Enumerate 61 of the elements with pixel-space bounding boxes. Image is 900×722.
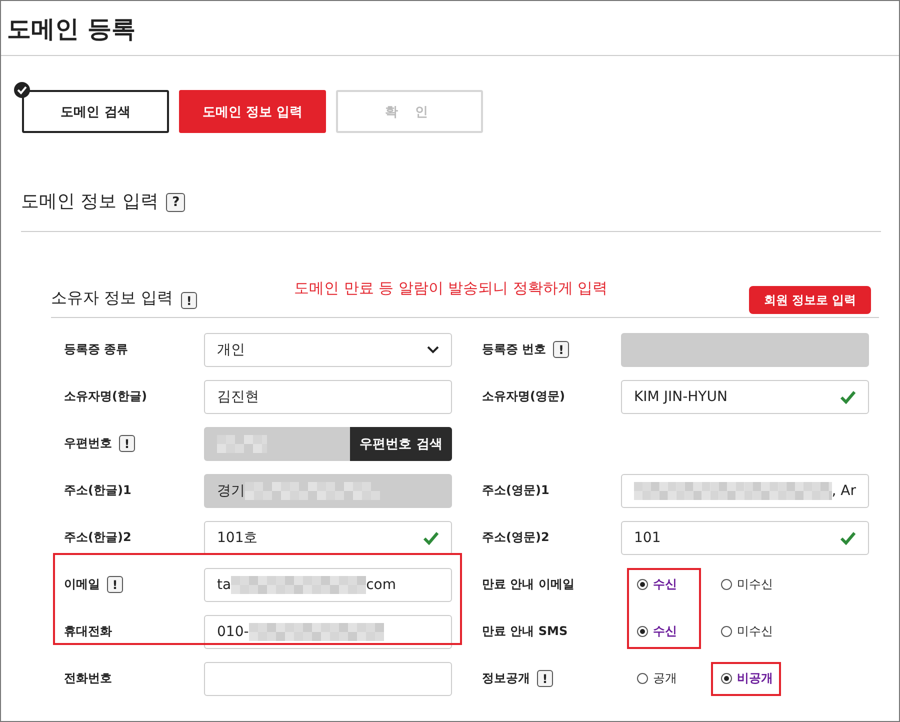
- hint-mark[interactable]: !: [181, 292, 198, 309]
- step-button[interactable]: 도메인 검색: [22, 90, 169, 133]
- radio-option[interactable]: 미수신: [711, 576, 785, 593]
- field-label: 소유자명(한글): [64, 388, 147, 405]
- subsection-title: 소유자 정보 입력: [51, 288, 174, 309]
- field-label: 등록증 종류: [64, 341, 128, 358]
- field-label: 주소(한글)1: [64, 482, 132, 499]
- field-value: 101: [634, 530, 661, 546]
- check-icon: [840, 530, 856, 544]
- field-label: 만료 안내 이메일: [482, 576, 574, 593]
- field-value: 경기: [217, 482, 245, 500]
- field-label: 우편번호: [64, 435, 112, 452]
- input-field[interactable]: 김진현: [204, 380, 452, 414]
- field-value: 개인: [217, 340, 245, 358]
- field-value: 101호: [217, 528, 258, 546]
- field-value: KIM JIN-HYUN: [634, 388, 728, 404]
- hint-mark[interactable]: !: [553, 341, 570, 358]
- input-field[interactable]: 경기: [204, 474, 452, 508]
- chevron-down-icon: [427, 346, 439, 354]
- hint-mark[interactable]: !: [537, 670, 553, 687]
- field-label: 주소(영문)2: [482, 529, 550, 546]
- radio-option[interactable]: 수신: [627, 623, 701, 640]
- input-field[interactable]: ta com: [204, 568, 452, 602]
- field-label: 등록증 번호: [482, 341, 546, 358]
- hint-mark[interactable]: ?: [166, 193, 186, 212]
- field-label: 전화번호: [64, 670, 112, 687]
- field-label: 주소(영문)1: [482, 482, 550, 499]
- radio-option[interactable]: 공개: [627, 670, 701, 687]
- field-value: 010-: [217, 624, 249, 640]
- field-label: 만료 안내 SMS: [482, 623, 568, 640]
- check-icon: [840, 390, 856, 404]
- input-field[interactable]: 101호: [204, 520, 452, 554]
- input-field[interactable]: [204, 662, 452, 696]
- field-value: 김진현: [217, 388, 259, 406]
- field-label: 정보공개: [482, 670, 530, 687]
- field-value: ta: [217, 576, 232, 592]
- input-field[interactable]: [621, 332, 869, 366]
- input-field[interactable]: [204, 426, 350, 460]
- radio-option[interactable]: 비공개: [711, 670, 785, 687]
- radio-option[interactable]: 수신: [627, 576, 701, 593]
- field-value: , Ar: [832, 482, 856, 498]
- field-value: com: [366, 576, 396, 592]
- field-label: 이메일: [64, 576, 100, 593]
- input-field[interactable]: KIM JIN-HYUN: [621, 380, 869, 414]
- hint-mark[interactable]: !: [107, 576, 123, 593]
- section-title: 도메인 정보 입력: [21, 190, 158, 213]
- page-title: 도메인 등록: [1, 1, 899, 56]
- postcode-search-button[interactable]: 우편번호 검색: [350, 426, 452, 460]
- hint-mark[interactable]: !: [119, 435, 135, 452]
- check-icon: [423, 530, 439, 544]
- field-label: 소유자명(영문): [482, 388, 565, 405]
- notice-text: 도메인 만료 등 알람이 발송되니 정확하게 입력: [294, 279, 608, 298]
- input-field[interactable]: 010-: [204, 614, 452, 648]
- field-label: 주소(한글)2: [64, 529, 132, 546]
- step-button[interactable]: 도메인 정보 입력: [179, 90, 326, 133]
- input-field[interactable]: , Ar: [621, 474, 869, 508]
- input-field[interactable]: 101: [621, 520, 869, 554]
- field-label: 휴대전화: [64, 623, 112, 640]
- select-field[interactable]: 개인: [204, 332, 452, 366]
- radio-option[interactable]: 미수신: [711, 623, 785, 640]
- fill-member-info-button[interactable]: 회원 정보로 입력: [749, 286, 871, 314]
